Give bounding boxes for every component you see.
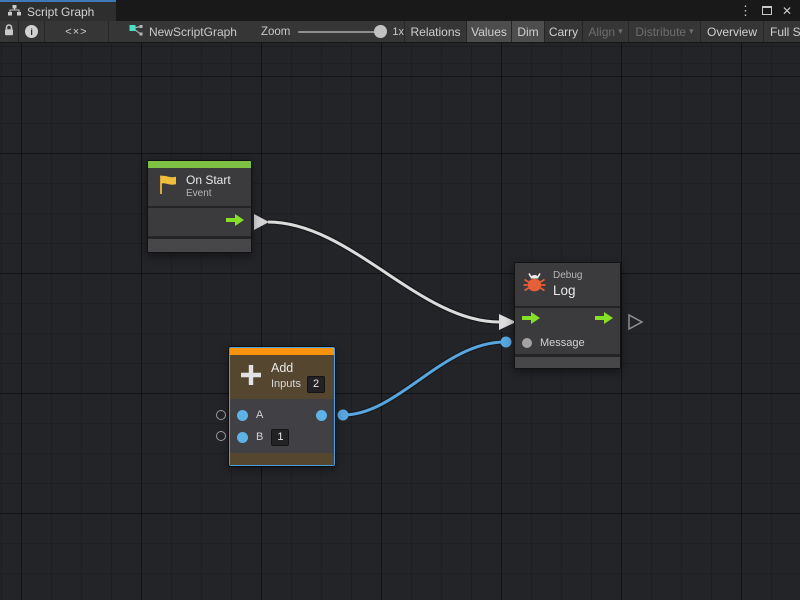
align-label: Align: [588, 25, 615, 39]
tab-bar: Script Graph ⋮ ✕: [0, 0, 800, 21]
message-port-label: Message: [540, 337, 585, 349]
chevron-down-icon: ▾: [618, 26, 623, 37]
add-port-b-value-field[interactable]: 1: [271, 429, 289, 446]
log-output-flow-port-inner[interactable]: [595, 311, 613, 329]
message-port[interactable]: [522, 338, 532, 348]
node-add[interactable]: Add Inputs 2 A B 1: [229, 347, 335, 466]
on-start-subtitle: Event: [186, 188, 231, 201]
tab-title: Script Graph: [27, 5, 94, 19]
zoom-value: 1x: [392, 26, 404, 38]
flag-icon: [156, 173, 179, 201]
code-literal-icon: <×>: [65, 26, 87, 38]
add-inputs-label: Inputs: [271, 378, 301, 392]
values-label: Values: [471, 25, 507, 39]
overview-label: Overview: [707, 25, 757, 39]
carry-label: Carry: [549, 25, 578, 39]
debug-log-header[interactable]: Debug Log: [515, 263, 620, 306]
value-wire-shadow: [343, 342, 505, 415]
add-inputs-count-field[interactable]: 2: [307, 376, 325, 393]
add-port-a[interactable]: [237, 410, 248, 421]
relations-label: Relations: [410, 25, 460, 39]
value-wire-end-cap[interactable]: [501, 337, 512, 348]
add-port-b[interactable]: [237, 432, 248, 443]
org-chart-icon: [8, 3, 21, 21]
align-button[interactable]: Align ▾: [583, 21, 629, 42]
add-port-b-label: B: [256, 431, 263, 443]
chevron-down-icon: ▾: [689, 26, 694, 37]
close-icon[interactable]: ✕: [782, 5, 792, 17]
dim-label: Dim: [517, 25, 538, 39]
distribute-button[interactable]: Distribute ▾: [629, 21, 701, 42]
add-header[interactable]: Add Inputs 2: [230, 355, 334, 399]
zoom-control: Zoom 1x: [261, 21, 404, 42]
add-title: Add: [271, 361, 325, 377]
node-debug-log[interactable]: Debug Log: [514, 262, 621, 369]
bug-icon: [523, 271, 546, 299]
window-controls: ⋮ ✕: [739, 0, 800, 21]
debug-log-surtitle: Debug: [553, 270, 582, 283]
add-footer: [230, 453, 334, 465]
fullscreen-button[interactable]: Full S: [764, 21, 800, 42]
toolbar-right-group: Relations Values Dim Carry Align ▾ Distr…: [404, 21, 800, 42]
graph-name-group[interactable]: NewScriptGraph: [129, 21, 237, 42]
lock-button[interactable]: [0, 21, 19, 42]
values-button[interactable]: Values: [467, 21, 512, 42]
code-literal-button[interactable]: <×>: [45, 21, 109, 42]
value-wire-start-cap[interactable]: [338, 410, 349, 421]
script-graph-window: Script Graph ⋮ ✕ i <×>: [0, 0, 800, 600]
tab-script-graph[interactable]: Script Graph: [0, 0, 116, 21]
add-accent-bar: [230, 348, 334, 355]
add-body: A B 1: [230, 399, 334, 453]
carry-button[interactable]: Carry: [545, 21, 583, 42]
relations-button[interactable]: Relations: [404, 21, 467, 42]
distribute-label: Distribute: [635, 25, 686, 39]
graph-asset-icon: [129, 23, 143, 40]
zoom-slider-handle[interactable]: [374, 25, 387, 38]
log-output-flow-port[interactable]: [629, 315, 642, 329]
debug-log-body: Message: [515, 308, 620, 354]
info-icon: i: [25, 25, 38, 38]
debug-log-title: Log: [553, 283, 582, 300]
plus-icon: [238, 362, 264, 393]
graph-toolbar: i <×> NewScriptGraph Zoom 1x: [0, 21, 800, 43]
on-start-header[interactable]: On Start Event: [148, 168, 251, 206]
on-start-accent-bar: [148, 161, 251, 168]
log-input-flow-port[interactable]: [522, 311, 540, 329]
on-start-output-flow-port[interactable]: [226, 213, 244, 231]
add-output-port[interactable]: [316, 410, 327, 421]
debug-log-footer: [515, 357, 620, 368]
flow-wire-start-arrow[interactable]: [254, 214, 269, 230]
flow-wire[interactable]: [268, 222, 499, 322]
overview-button[interactable]: Overview: [701, 21, 764, 42]
on-start-footer: [148, 239, 251, 252]
info-button[interactable]: i: [19, 21, 45, 42]
wire-layer: [0, 43, 800, 600]
dim-button[interactable]: Dim: [512, 21, 545, 42]
zoom-label: Zoom: [261, 26, 290, 38]
node-on-start[interactable]: On Start Event: [147, 160, 252, 253]
on-start-body: [148, 208, 251, 236]
on-start-title: On Start: [186, 173, 231, 188]
add-port-a-label: A: [256, 409, 263, 421]
graph-name-label: NewScriptGraph: [149, 25, 237, 39]
add-port-a-external-port[interactable]: [216, 410, 226, 420]
menu-icon[interactable]: ⋮: [739, 4, 752, 17]
zoom-slider[interactable]: [298, 31, 384, 33]
maximize-icon[interactable]: [762, 6, 772, 15]
fullscreen-label: Full S: [770, 25, 800, 39]
graph-canvas[interactable]: On Start Event: [0, 43, 800, 600]
lock-icon: [3, 23, 15, 40]
add-port-b-external-port[interactable]: [216, 431, 226, 441]
